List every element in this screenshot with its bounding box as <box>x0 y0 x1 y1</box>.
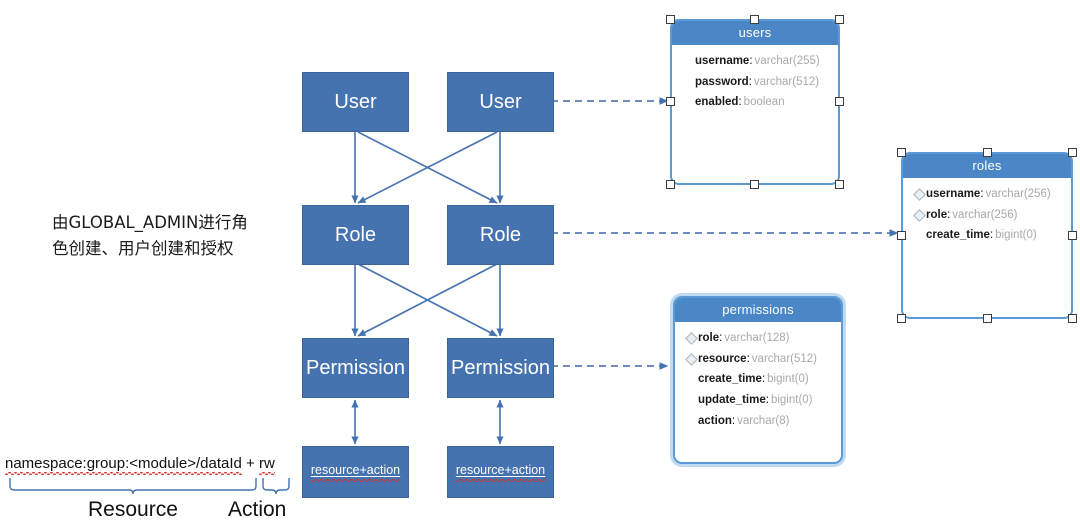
selection-handle[interactable] <box>750 180 759 189</box>
column-type: varchar(255) <box>754 55 820 67</box>
db-table-users-columns: username: varchar(255) password: varchar… <box>672 45 838 113</box>
primary-key-icon <box>685 374 698 385</box>
selection-handle[interactable] <box>835 180 844 189</box>
selection-handle[interactable] <box>666 97 675 106</box>
annotation-note-line2: 色创建、用户创建和授权 <box>52 238 234 258</box>
box-role-right-label: Role <box>479 224 522 246</box>
column-type: bigint(0) <box>995 229 1037 242</box>
box-resource-action-right-label: resource+action <box>455 463 546 482</box>
table-row[interactable]: resource: varchar(512) <box>675 349 841 370</box>
column-name: action <box>698 414 732 427</box>
db-table-roles[interactable]: roles username: varchar(256) role: varch… <box>901 152 1073 319</box>
column-name: username <box>695 55 750 67</box>
selection-handle[interactable] <box>1068 231 1077 240</box>
selection-handle[interactable] <box>750 15 759 24</box>
db-table-permissions[interactable]: permissions role: varchar(128) resource:… <box>673 296 843 464</box>
box-user-right[interactable]: User <box>447 72 554 132</box>
table-row[interactable]: action: varchar(8) <box>675 411 841 432</box>
legend-expression-resource: namespace:group:<module>/dataId <box>5 455 242 475</box>
column-type: bigint(0) <box>767 373 809 386</box>
column-name: create_time <box>926 229 990 242</box>
column-name: role <box>698 332 720 344</box>
column-name: resource <box>698 352 747 365</box>
legend-expression-action: rw <box>258 455 275 475</box>
box-user-right-label: User <box>479 91 522 113</box>
primary-key-icon <box>685 416 698 427</box>
table-row[interactable]: password: varchar(512) <box>672 72 838 93</box>
db-table-users[interactable]: users username: varchar(255) password: v… <box>670 19 840 185</box>
selection-handle[interactable] <box>983 314 992 323</box>
column-name: create_time <box>698 373 762 386</box>
table-row[interactable]: update_time: bigint(0) <box>675 390 841 411</box>
column-name: update_time <box>698 394 766 407</box>
table-row[interactable]: username: varchar(256) <box>903 184 1071 205</box>
db-table-permissions-columns: role: varchar(128) resource: varchar(512… <box>675 322 841 431</box>
legend-expression-plus: + <box>241 455 259 472</box>
table-row[interactable]: create_time: bigint(0) <box>675 369 841 390</box>
selection-handle[interactable] <box>897 314 906 323</box>
column-name: username <box>926 188 981 200</box>
box-permission-right-label: Permission <box>451 357 550 379</box>
selection-handle[interactable] <box>983 148 992 157</box>
box-permission-right[interactable]: Permission <box>447 338 554 398</box>
column-type: varchar(128) <box>724 332 790 344</box>
table-row[interactable]: create_time: bigint(0) <box>903 225 1071 246</box>
column-name: role <box>926 208 948 221</box>
column-type: varchar(8) <box>737 414 790 427</box>
selection-handle[interactable] <box>835 97 844 106</box>
legend-expression: namespace:group:<module>/dataId + rw <box>5 455 275 475</box>
column-type: varchar(512) <box>753 75 820 88</box>
db-table-roles-title: roles <box>903 154 1071 178</box>
box-role-left[interactable]: Role <box>302 205 409 265</box>
selection-handle[interactable] <box>1068 148 1077 157</box>
box-role-left-label: Role <box>334 224 377 246</box>
diagram-canvas: 由GLOBAL_ADMIN进行角 色创建、用户创建和授权 User User R… <box>0 0 1080 531</box>
box-permission-left[interactable]: Permission <box>302 338 409 398</box>
box-resource-action-left-label: resource+action <box>310 463 401 482</box>
column-type: varchar(512) <box>751 352 817 365</box>
table-row[interactable]: role: varchar(128) <box>675 328 841 349</box>
column-type: bigint(0) <box>770 394 813 407</box>
annotation-note: 由GLOBAL_ADMIN进行角 色创建、用户创建和授权 <box>52 210 282 261</box>
column-type: varchar(256) <box>952 208 1018 221</box>
legend-label-action: Action <box>228 498 287 521</box>
box-role-right[interactable]: Role <box>447 205 554 265</box>
db-table-permissions-title: permissions <box>675 298 841 322</box>
box-permission-left-label: Permission <box>306 357 405 379</box>
column-name: password <box>695 75 749 88</box>
primary-key-icon <box>913 189 926 200</box>
annotation-note-line1: 由GLOBAL_ADMIN进行角 <box>52 213 248 232</box>
table-row[interactable]: enabled: boolean <box>672 92 838 113</box>
db-table-users-title: users <box>672 21 838 45</box>
selection-handle[interactable] <box>666 180 675 189</box>
selection-handle[interactable] <box>666 15 675 24</box>
primary-key-icon <box>685 333 698 344</box>
primary-key-icon <box>913 230 926 241</box>
primary-key-icon <box>682 56 695 67</box>
column-name: enabled <box>695 96 739 109</box>
legend-label-resource: Resource <box>88 498 178 521</box>
table-row[interactable]: username: varchar(255) <box>672 51 838 72</box>
primary-key-icon <box>685 354 698 365</box>
primary-key-icon <box>913 210 926 221</box>
db-table-roles-columns: username: varchar(256) role: varchar(256… <box>903 178 1071 246</box>
selection-handle[interactable] <box>835 15 844 24</box>
column-type: boolean <box>743 96 785 109</box>
box-resource-action-right[interactable]: resource+action <box>447 446 554 498</box>
table-row[interactable]: role: varchar(256) <box>903 205 1071 226</box>
primary-key-icon <box>682 77 695 88</box>
box-user-left[interactable]: User <box>302 72 409 132</box>
selection-handle[interactable] <box>897 231 906 240</box>
selection-handle[interactable] <box>1068 314 1077 323</box>
selection-handle[interactable] <box>897 148 906 157</box>
primary-key-icon <box>685 395 698 406</box>
column-type: varchar(256) <box>985 188 1051 200</box>
box-resource-action-left[interactable]: resource+action <box>302 446 409 498</box>
primary-key-icon <box>682 97 695 108</box>
box-user-left-label: User <box>334 91 377 113</box>
